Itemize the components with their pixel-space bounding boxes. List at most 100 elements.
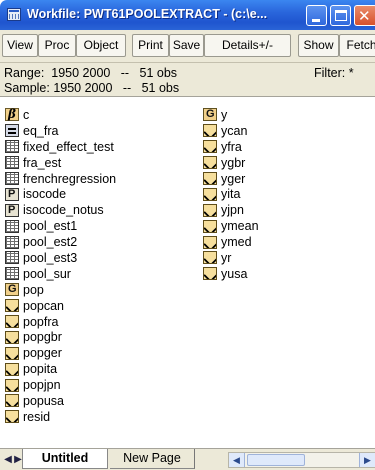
details-button[interactable]: Details+/-	[204, 34, 291, 57]
workfile-object[interactable]: eq_fra	[5, 123, 116, 139]
workfile-object[interactable]: ygbr	[203, 155, 259, 171]
series-icon	[5, 315, 19, 329]
table-icon	[5, 219, 19, 233]
object-name: yusa	[221, 266, 248, 281]
series-icon	[203, 203, 217, 217]
object-name: yger	[221, 171, 246, 186]
object-name: popita	[23, 362, 58, 377]
object-name: popcan	[23, 298, 65, 313]
object-column-left: ceq_frafixed_effect_testfra_estfrenchreg…	[5, 107, 116, 425]
scroll-thumb[interactable]	[247, 454, 305, 466]
workfile-object[interactable]: yfra	[203, 139, 259, 155]
object-name: popusa	[23, 393, 65, 408]
tab-nav-left-icon[interactable]: ◀	[3, 452, 13, 467]
proc-button[interactable]: Proc	[38, 34, 76, 57]
series-icon	[203, 172, 217, 185]
filter-text[interactable]: Filter: *	[314, 66, 354, 80]
range-text[interactable]: Range: 1950 2000 -- 51 obs	[4, 66, 177, 80]
show-button[interactable]: Show	[298, 34, 339, 57]
workfile-object[interactable]: yusa	[203, 266, 259, 282]
table-icon	[5, 140, 19, 154]
workfile-object[interactable]: pool_est2	[5, 234, 116, 250]
toolbar: View Proc Object Print Save Details+/- S…	[0, 30, 375, 63]
object-name: ycan	[221, 123, 248, 138]
object-name: popger	[23, 346, 62, 361]
workfile-object[interactable]: popita	[5, 361, 116, 377]
coefficient-icon	[5, 107, 19, 122]
window-title: Workfile: PWT61POOLEXTRACT - (c:\e...	[27, 7, 268, 21]
object-name: frenchregression	[23, 171, 117, 186]
object-name: ymed	[221, 235, 252, 250]
maximize-button[interactable]	[330, 5, 351, 26]
object-name: pop	[23, 282, 44, 297]
workfile-object[interactable]: pool_sur	[5, 266, 116, 282]
workfile-window: Workfile: PWT61POOLEXTRACT - (c:\e... ✕ …	[0, 0, 375, 470]
workfile-object[interactable]: yr	[203, 250, 259, 266]
workfile-object[interactable]: frenchregression	[5, 171, 116, 187]
series-icon	[203, 187, 217, 201]
series-icon	[203, 156, 217, 170]
series-icon	[5, 299, 19, 313]
workfile-object[interactable]: popcan	[5, 298, 116, 314]
workfile-object[interactable]: y	[203, 107, 259, 123]
object-column-right: yycanyfraygbrygeryitayjpnymeanymedyryusa	[203, 107, 259, 282]
workfile-object[interactable]: yita	[203, 186, 259, 202]
object-name: resid	[23, 409, 51, 424]
object-name: yfra	[221, 139, 242, 154]
workfile-object[interactable]: fra_est	[5, 155, 116, 171]
object-name: fra_est	[23, 155, 62, 170]
tab-untitled[interactable]: Untitled	[22, 449, 108, 469]
workfile-object[interactable]: pool_est1	[5, 218, 116, 234]
object-name: yjpn	[221, 203, 244, 218]
workfile-object[interactable]: popger	[5, 345, 116, 361]
object-name: popjpn	[23, 378, 61, 393]
workfile-object[interactable]: ymean	[203, 218, 259, 234]
workfile-object[interactable]: pop	[5, 282, 116, 298]
workfile-object[interactable]: popfra	[5, 314, 116, 330]
series-icon	[5, 330, 19, 344]
table-icon	[5, 172, 19, 185]
workfile-object[interactable]: yger	[203, 171, 259, 187]
workfile-object[interactable]: fixed_effect_test	[5, 139, 116, 155]
tab-new-page[interactable]: New Page	[110, 449, 195, 469]
workfile-info: Range: 1950 2000 -- 51 obs Sample: 1950 …	[0, 63, 375, 97]
workfile-object[interactable]: ycan	[203, 123, 259, 139]
object-button[interactable]: Object	[76, 34, 126, 57]
horizontal-scrollbar[interactable]: ◀ ▶	[228, 452, 375, 468]
title-bar[interactable]: Workfile: PWT61POOLEXTRACT - (c:\e... ✕	[0, 0, 375, 30]
workfile-object[interactable]: yjpn	[203, 202, 259, 218]
sample-text[interactable]: Sample: 1950 2000 -- 51 obs	[4, 81, 179, 95]
object-name: pool_est2	[23, 235, 78, 250]
workfile-object[interactable]: popgbr	[5, 329, 116, 345]
series-icon	[203, 251, 217, 265]
object-name: pool_est1	[23, 219, 78, 234]
workfile-object[interactable]: pool_est3	[5, 250, 116, 266]
series-icon	[203, 267, 217, 281]
scroll-left-icon[interactable]: ◀	[229, 453, 245, 467]
object-name: isocode_notus	[23, 203, 104, 218]
series-icon	[203, 124, 217, 138]
workfile-object[interactable]: popusa	[5, 393, 116, 409]
table-icon	[5, 251, 19, 265]
view-button[interactable]: View	[2, 34, 38, 57]
workfile-object[interactable]: isocode	[5, 186, 116, 202]
series-icon	[5, 394, 19, 408]
workfile-object[interactable]: ymed	[203, 234, 259, 250]
workfile-object[interactable]: popjpn	[5, 377, 116, 393]
workfile-object[interactable]: resid	[5, 409, 116, 425]
object-name: yr	[221, 250, 232, 265]
save-button[interactable]: Save	[169, 34, 204, 57]
fetch-button[interactable]: Fetch	[339, 34, 375, 57]
minimize-button[interactable]	[306, 5, 327, 26]
object-name: yita	[221, 187, 241, 202]
series-icon	[5, 378, 19, 392]
workfile-object[interactable]: c	[5, 107, 116, 123]
scroll-right-icon[interactable]: ▶	[359, 453, 375, 467]
object-name: c	[23, 107, 30, 122]
object-name: popfra	[23, 314, 59, 329]
print-button[interactable]: Print	[132, 34, 169, 57]
minimize-icon	[312, 19, 320, 22]
close-button[interactable]: ✕	[354, 5, 375, 26]
workfile-object[interactable]: isocode_notus	[5, 202, 116, 218]
page-tab-bar: ◀ ▶ Untitled New Page ◀ ▶	[0, 448, 375, 470]
